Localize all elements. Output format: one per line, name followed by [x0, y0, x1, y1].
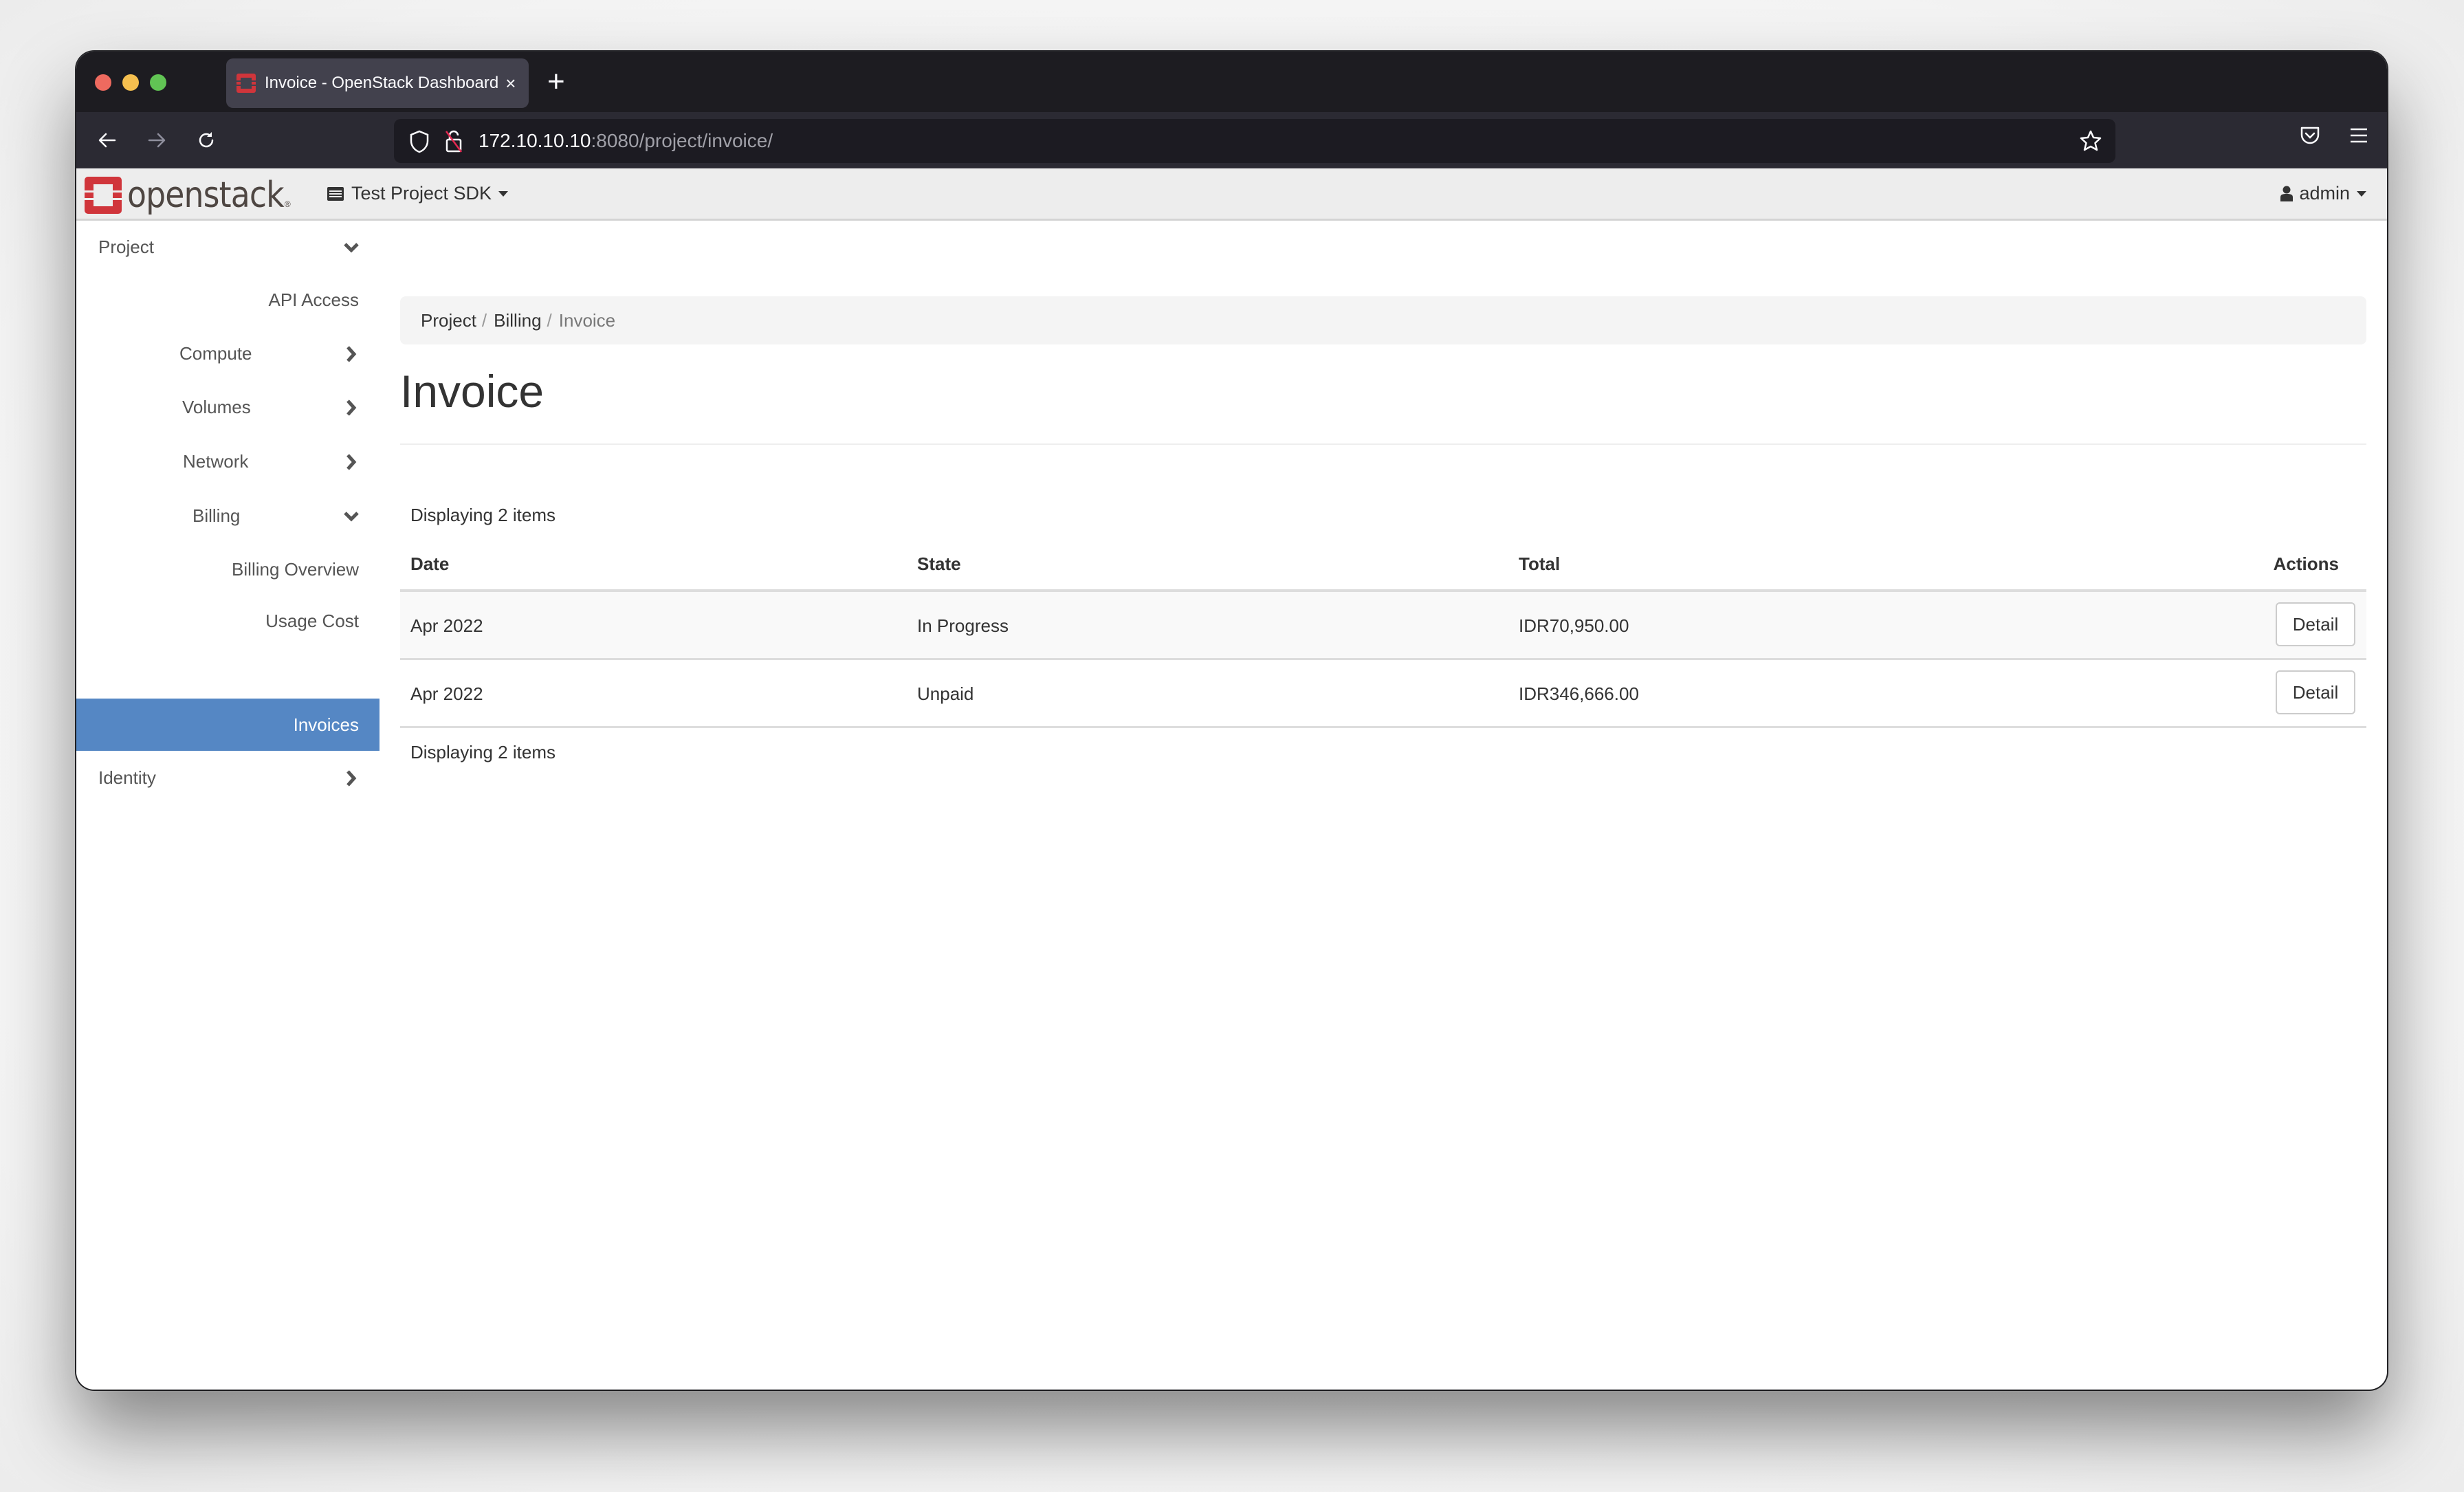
- openstack-logo[interactable]: openstack ®: [85, 175, 291, 216]
- sidebar-item-label: Identity: [98, 767, 156, 788]
- column-header-date[interactable]: Date: [410, 553, 449, 575]
- sidebar-item-network[interactable]: Network: [76, 435, 380, 487]
- breadcrumb-project[interactable]: Project: [421, 310, 476, 331]
- sidebar-item-label: Billing: [192, 505, 241, 526]
- chevron-down-icon: [344, 512, 359, 522]
- url-text[interactable]: 172.10.10.10:8080/project/invoice/: [478, 130, 773, 152]
- chevron-right-icon: [346, 346, 357, 362]
- sidebar-item-label: Compute: [179, 342, 252, 364]
- tracking-shield-icon[interactable]: [409, 130, 430, 153]
- sidebar-item-label: Project: [98, 236, 154, 257]
- zoom-window-button[interactable]: [150, 74, 166, 91]
- browser-window: Invoice - OpenStack Dashboard × + 172.10…: [76, 52, 2387, 1390]
- chevron-right-icon: [346, 399, 357, 416]
- breadcrumb-separator: /: [481, 309, 487, 331]
- project-name: Test Project SDK: [351, 183, 492, 204]
- sidebar-item-api-access[interactable]: API Access: [76, 274, 380, 326]
- title-divider: [400, 443, 2366, 445]
- sidebar-item-volumes[interactable]: Volumes: [76, 381, 380, 433]
- cell-state: In Progress: [917, 615, 1009, 636]
- sidebar-item-usage-cost[interactable]: Usage Cost: [76, 595, 380, 647]
- user-menu[interactable]: admin: [2280, 183, 2366, 204]
- tab-bar: Invoice - OpenStack Dashboard × +: [76, 52, 2387, 112]
- url-host: 172.10.10.10: [478, 130, 591, 151]
- chevron-down-icon: [344, 243, 359, 253]
- tab-invoice[interactable]: Invoice - OpenStack Dashboard ×: [226, 58, 529, 108]
- sidebar-item-compute[interactable]: Compute: [76, 327, 380, 380]
- cell-total: IDR346,666.00: [1519, 683, 1639, 704]
- username: admin: [2299, 183, 2350, 204]
- arrow-right-icon: [148, 133, 166, 148]
- tab-title: Invoice - OpenStack Dashboard: [265, 74, 499, 92]
- column-header-state[interactable]: State: [917, 553, 961, 575]
- detail-button[interactable]: Detail: [2276, 602, 2355, 646]
- user-icon: [2280, 186, 2294, 201]
- table-row: Apr 2022 In Progress IDR70,950.00 Detail: [400, 592, 2366, 660]
- cell-date: Apr 2022: [410, 683, 483, 704]
- close-tab-icon[interactable]: ×: [505, 73, 516, 94]
- pocket-icon[interactable]: [2299, 124, 2321, 146]
- sidebar-item-label: Usage Cost: [265, 610, 359, 631]
- url-path: :8080/project/invoice/: [591, 130, 773, 151]
- column-header-actions: Actions: [2273, 553, 2339, 574]
- hamburger-menu-icon[interactable]: [2348, 124, 2370, 146]
- arrow-left-icon: [98, 133, 116, 148]
- project-selector[interactable]: Test Project SDK: [327, 183, 509, 204]
- cell-total: IDR70,950.00: [1519, 615, 1629, 636]
- column-header-total[interactable]: Total: [1519, 553, 1560, 575]
- minimize-window-button[interactable]: [122, 74, 139, 91]
- logo-text: openstack: [127, 175, 285, 216]
- sidebar-item-label: API Access: [268, 289, 360, 310]
- sidebar-item-label: Network: [183, 450, 249, 472]
- insecure-lock-icon[interactable]: [443, 129, 464, 153]
- address-bar[interactable]: 172.10.10.10:8080/project/invoice/: [394, 119, 2115, 163]
- openstack-favicon-icon: [236, 74, 256, 93]
- sidebar-item-project[interactable]: Project: [76, 221, 380, 273]
- cell-state: Unpaid: [917, 683, 974, 704]
- browser-toolbar: 172.10.10.10:8080/project/invoice/: [76, 112, 2387, 168]
- invoice-table: Date State Total Actions Apr 2022 In Pro…: [400, 544, 2366, 763]
- table-header-row: Date State Total Actions: [400, 544, 2366, 592]
- close-window-button[interactable]: [95, 74, 111, 91]
- sidebar-item-label: Invoices: [293, 714, 359, 735]
- forward-button[interactable]: [140, 123, 174, 157]
- breadcrumb-separator: /: [547, 309, 552, 331]
- cell-date: Apr 2022: [410, 615, 483, 636]
- sidebar-item-billing[interactable]: Billing: [76, 490, 380, 542]
- chevron-right-icon: [346, 454, 357, 470]
- caret-down-icon: [2357, 190, 2366, 197]
- sidebar-item-invoices[interactable]: Invoices: [76, 699, 380, 751]
- openstack-logo-icon: [85, 177, 122, 214]
- table-row: Apr 2022 Unpaid IDR346,666.00 Detail: [400, 660, 2366, 728]
- item-count-bottom: Displaying 2 items: [410, 742, 556, 763]
- sidebar-item-billing-overview[interactable]: Billing Overview: [76, 543, 380, 595]
- breadcrumb-billing[interactable]: Billing: [494, 310, 541, 331]
- item-count-top: Displaying 2 items: [410, 505, 556, 525]
- sidebar-item-identity[interactable]: Identity: [76, 752, 380, 804]
- back-button[interactable]: [90, 123, 124, 157]
- caret-down-icon: [498, 190, 509, 197]
- reload-icon: [199, 132, 214, 148]
- registered-mark: ®: [284, 199, 291, 209]
- project-list-icon: [327, 186, 344, 201]
- breadcrumb: Project / Billing / Invoice: [400, 296, 2366, 344]
- breadcrumb-invoice: Invoice: [558, 309, 616, 331]
- chevron-right-icon: [346, 770, 357, 787]
- detail-button[interactable]: Detail: [2276, 670, 2355, 714]
- reload-button[interactable]: [189, 123, 223, 157]
- bookmark-star-icon[interactable]: [2078, 129, 2103, 153]
- new-tab-button[interactable]: +: [547, 63, 565, 101]
- sidebar-item-label: Volumes: [182, 396, 251, 417]
- sidebar-item-label: Billing Overview: [232, 558, 359, 580]
- page-title: Invoice: [400, 366, 544, 417]
- sidebar: Project API Access Compute Volumes Netwo…: [76, 221, 380, 1390]
- openstack-navbar: openstack ® Test Project SDK admin: [76, 169, 2387, 221]
